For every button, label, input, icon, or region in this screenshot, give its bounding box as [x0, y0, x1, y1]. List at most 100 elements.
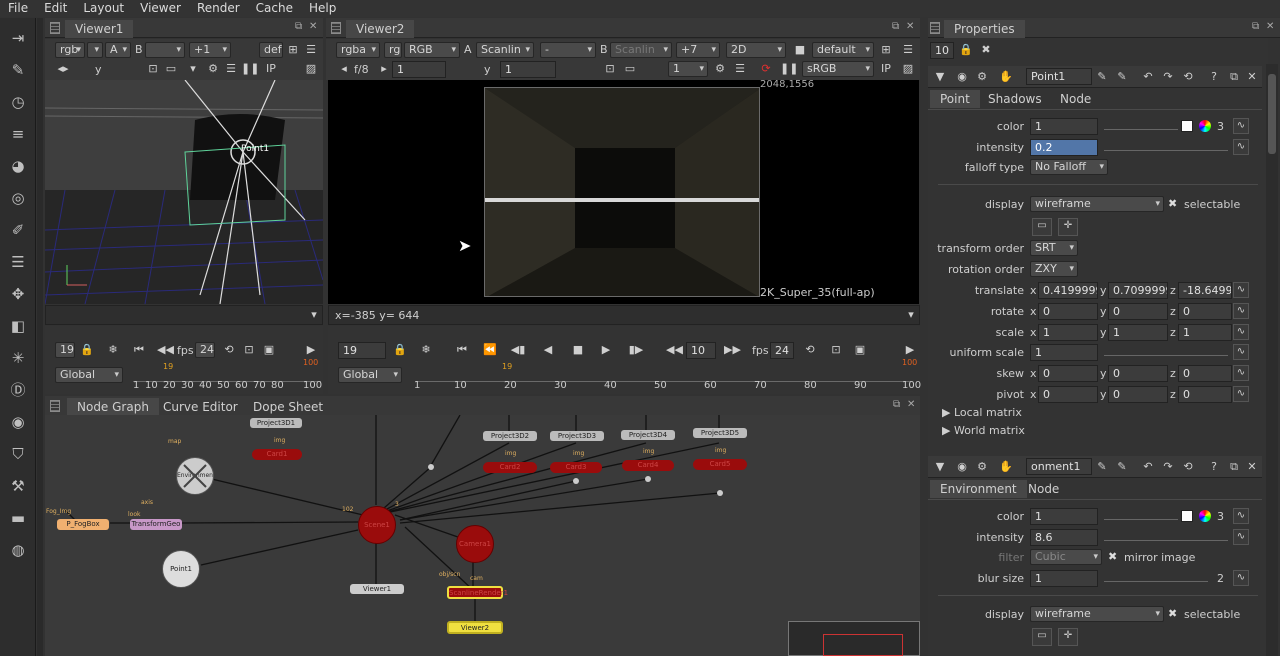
- viewer2-snowflake-icon[interactable]: ❄: [418, 342, 434, 358]
- tab-node[interactable]: Node: [1050, 90, 1101, 108]
- node-scanline-render[interactable]: ScanlineRender1: [447, 586, 508, 599]
- point-color-field[interactable]: 1: [1030, 118, 1098, 135]
- viewer1-channels-dropdown[interactable]: rgb: [55, 42, 85, 58]
- viewer2-inout-icon[interactable]: ⊡: [828, 342, 844, 358]
- viewer2-gamma-field[interactable]: 1: [500, 61, 556, 78]
- viewer2-roi-icon[interactable]: ⊞: [878, 42, 894, 58]
- tab-environment[interactable]: Environment: [930, 480, 1027, 498]
- viewer2-proxy-dropdown[interactable]: 1: [668, 61, 708, 77]
- uniform-scale-slider[interactable]: [1104, 344, 1228, 356]
- env-node-color-icon[interactable]: ◉: [954, 459, 970, 475]
- viewer1-grip-icon[interactable]: [50, 22, 60, 34]
- node-viewer2[interactable]: Viewer2: [447, 621, 503, 634]
- menu-render[interactable]: Render: [189, 0, 248, 17]
- viewer1-frame-field[interactable]: 19: [55, 342, 75, 358]
- pivot-x-field[interactable]: 0: [1038, 386, 1098, 403]
- viewer1-range-dropdown[interactable]: Global: [55, 367, 123, 383]
- skew-y-field[interactable]: 0: [1108, 365, 1168, 382]
- point-folder-icon[interactable]: ▭: [1032, 218, 1052, 236]
- node-project3d1[interactable]: Project3D1: [250, 418, 302, 428]
- viewer2-clip-icon[interactable]: ⊡: [602, 61, 618, 77]
- env-undo-icon[interactable]: ↶: [1140, 459, 1156, 475]
- viewer1-settings-icon[interactable]: ⚙: [205, 61, 221, 77]
- filter-dropdown[interactable]: Cubic: [1030, 549, 1102, 565]
- point-edit-icon[interactable]: ✎: [1094, 69, 1110, 85]
- viewer2-gain-dropdown[interactable]: +7: [676, 42, 720, 58]
- viewer2-play-icon[interactable]: ▶: [598, 342, 614, 358]
- point-intensity-slider[interactable]: [1104, 139, 1228, 151]
- selectable-checkbox[interactable]: ✖: [1168, 197, 1177, 210]
- color-tool-icon[interactable]: ◕: [8, 156, 28, 176]
- viewer1-first-frame-icon[interactable]: ⏮: [131, 342, 147, 358]
- world-matrix-toggle[interactable]: ▶ World matrix: [942, 424, 1025, 437]
- env-color-anim-icon[interactable]: ∿: [1233, 508, 1249, 524]
- viewer2-info-expand-icon[interactable]: ▾: [903, 307, 919, 323]
- point-edit2-icon[interactable]: ✎: [1114, 69, 1130, 85]
- viewer2-lut-dropdown[interactable]: default: [812, 42, 874, 58]
- toolbar-collapse-icon[interactable]: ⇥: [8, 28, 28, 48]
- viewer2-range-dropdown[interactable]: Global: [338, 367, 402, 383]
- properties-scroll-thumb[interactable]: [1268, 74, 1276, 154]
- node-project3d4[interactable]: Project3D4: [621, 430, 675, 440]
- viewer2-stop-icon[interactable]: ■: [570, 342, 586, 358]
- point-display-dropdown[interactable]: wireframe: [1030, 196, 1164, 212]
- env-color-field[interactable]: 1: [1030, 508, 1098, 525]
- color-swatch[interactable]: [1181, 120, 1193, 132]
- tab-properties[interactable]: Properties: [944, 20, 1025, 38]
- tab-dope-sheet[interactable]: Dope Sheet: [243, 398, 333, 416]
- viewer2-lock-icon[interactable]: 🔒: [392, 342, 408, 358]
- scale-anim-icon[interactable]: ∿: [1233, 324, 1249, 340]
- viewer1-next-icon[interactable]: ▶: [303, 342, 319, 358]
- other-tool-icon[interactable]: ▬: [8, 508, 28, 528]
- menu-cache[interactable]: Cache: [248, 0, 301, 17]
- time-tool-icon[interactable]: ◷: [8, 92, 28, 112]
- env-info-icon[interactable]: ✋: [998, 459, 1014, 475]
- viewer2-a-dropdown[interactable]: Scanlin: [476, 42, 534, 58]
- point-axis-icon[interactable]: ✛: [1058, 218, 1078, 236]
- blur-size-field[interactable]: 1: [1030, 570, 1098, 587]
- menu-viewer[interactable]: Viewer: [132, 0, 189, 17]
- menu-help[interactable]: Help: [301, 0, 344, 17]
- viewer2-refresh-icon[interactable]: ⟳: [758, 61, 774, 77]
- node-card1[interactable]: Card1: [252, 449, 302, 460]
- deep-tool-icon[interactable]: Ⓓ: [8, 380, 28, 400]
- blur-size-slider[interactable]: [1104, 570, 1208, 582]
- env-tools-icon[interactable]: ⚙: [974, 459, 990, 475]
- falloff-dropdown[interactable]: No Falloff: [1030, 159, 1108, 175]
- node-card5[interactable]: Card5: [693, 459, 747, 470]
- point-name-field[interactable]: Point1: [1026, 68, 1092, 85]
- viewer2-step-fwd-icon[interactable]: ▮▶: [628, 342, 644, 358]
- close-panel-icon[interactable]: ✕: [906, 22, 916, 32]
- env-edit2-icon[interactable]: ✎: [1114, 459, 1130, 475]
- close-panel-icon[interactable]: ✕: [309, 22, 319, 32]
- point-redo-icon[interactable]: ↷: [1160, 69, 1176, 85]
- viewer2-frame-field[interactable]: 19: [338, 342, 386, 359]
- node-card2[interactable]: Card2: [483, 462, 537, 473]
- viewer2-first-frame-icon[interactable]: ⏮: [454, 342, 470, 358]
- viewer1-prev-key-icon[interactable]: ◀◀: [157, 342, 174, 358]
- viewer2-rgb-dropdown[interactable]: RGB: [404, 42, 460, 58]
- viewer1-pause-icon[interactable]: ❚❚: [241, 61, 259, 77]
- viewer2-overlay-icon[interactable]: ▨: [900, 61, 916, 77]
- env-color-slider[interactable]: [1104, 508, 1178, 520]
- viewer2-op-dropdown[interactable]: -: [540, 42, 596, 58]
- node-camera[interactable]: Camera1: [456, 525, 494, 563]
- float-panel-icon[interactable]: ⧉: [893, 400, 903, 410]
- collapse-point-icon[interactable]: ▼: [932, 69, 948, 85]
- viewer2-b-dropdown[interactable]: Scanlin: [610, 42, 672, 58]
- merge-tool-icon[interactable]: ☰: [8, 252, 28, 272]
- image-tool-icon[interactable]: ✎: [8, 60, 28, 80]
- viewer2-fstop-prev-icon[interactable]: ◂: [336, 61, 352, 77]
- tab-point[interactable]: Point: [930, 90, 980, 108]
- viewer2-step-back-icon[interactable]: ◀▮: [510, 342, 526, 358]
- point-float-icon[interactable]: ⧉: [1226, 69, 1242, 85]
- point-revert-icon[interactable]: ⟲: [1180, 69, 1196, 85]
- translate-anim-icon[interactable]: ∿: [1233, 282, 1249, 298]
- viewer1-b-dropdown[interactable]: [145, 42, 185, 58]
- viewer2-colorspace-dropdown[interactable]: sRGB: [802, 61, 874, 77]
- pivot-z-field[interactable]: 0: [1178, 386, 1232, 403]
- point-intensity-field[interactable]: 0.2: [1030, 139, 1098, 156]
- scale-y-field[interactable]: 1: [1108, 324, 1168, 341]
- viewer2-loop-icon[interactable]: ⟲: [802, 342, 818, 358]
- menu-file[interactable]: File: [0, 0, 36, 17]
